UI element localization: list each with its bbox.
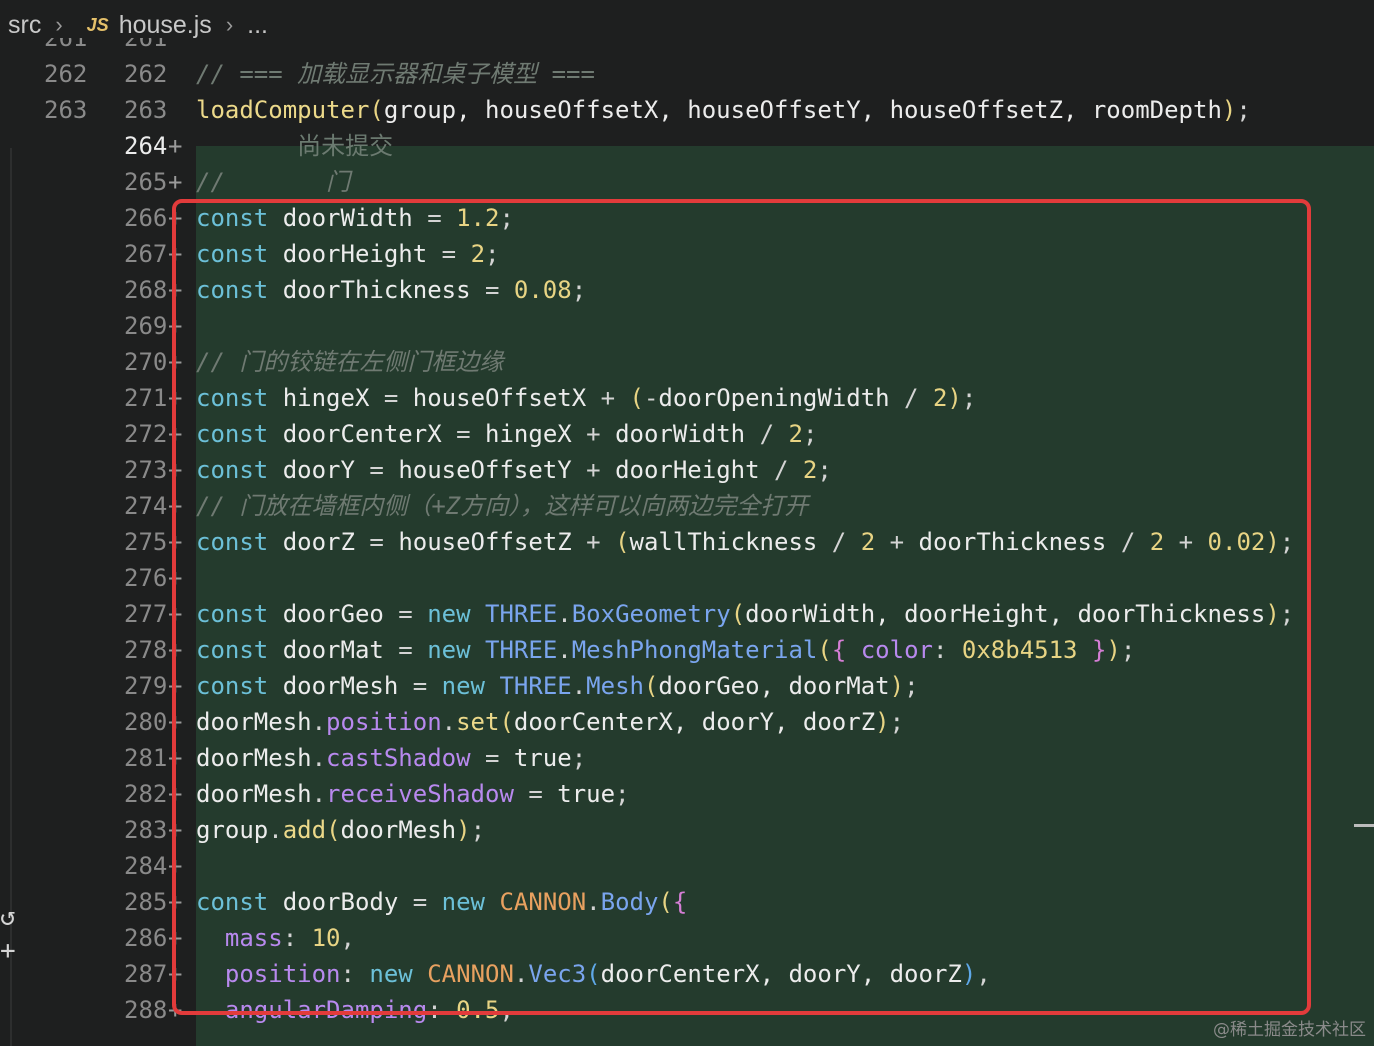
line-number: 267 (124, 240, 168, 268)
line-number-original: 261 (44, 38, 88, 52)
line-number: 266 (124, 204, 168, 232)
line-number-original: 262 (44, 60, 88, 88)
breadcrumb-folder[interactable]: src (8, 11, 41, 40)
activity-icons: ↺ + (0, 900, 16, 968)
line-number: 275 (124, 528, 168, 556)
line-number-original: 263 (44, 96, 88, 124)
code-text[interactable]: 尚未提交 (196, 128, 393, 165)
undo-icon[interactable]: ↺ (0, 900, 16, 934)
breadcrumb-file[interactable]: house.js (119, 11, 212, 40)
scrollbar-marker[interactable] (1354, 824, 1374, 827)
line-number: 263 (124, 96, 168, 124)
line-number: 287 (124, 960, 168, 988)
chevron-right-icon: › (55, 12, 63, 37)
line-number: 269 (124, 312, 168, 340)
line-number: 271 (124, 384, 168, 412)
line-number: 262 (124, 60, 168, 88)
line-number: 280 (124, 708, 168, 736)
line-number: 264 (124, 132, 168, 160)
line-number: 288 (124, 996, 168, 1024)
line-number: 273 (124, 456, 168, 484)
line-number: 283 (124, 816, 168, 844)
chevron-right-icon: › (225, 12, 234, 37)
code-line-263[interactable]: 263 263 loadComputer(group, houseOffsetX, … (0, 92, 1374, 128)
code-text[interactable]: // === 加载显示器和桌子模型 === (196, 56, 595, 92)
line-number: 272 (124, 420, 168, 448)
code-line-265[interactable]: 265 + // 门 (0, 164, 1374, 200)
line-number: 276 (124, 564, 168, 592)
line-number: 265 (124, 168, 168, 196)
line-number: 279 (124, 672, 168, 700)
line-number: 270 (124, 348, 168, 376)
watermark: @稀土掘金技术社区 (1213, 1020, 1366, 1040)
line-number: 282 (124, 780, 168, 808)
line-number: 277 (124, 600, 168, 628)
diff-added-icon: + (168, 132, 183, 160)
line-number: 285 (124, 888, 168, 916)
line-number: 278 (124, 636, 168, 664)
line-number: 274 (124, 492, 168, 520)
code-line-264[interactable]: 264 + 尚未提交 (0, 128, 1374, 164)
line-number: 286 (124, 924, 168, 952)
code-text[interactable]: // 门 (196, 164, 350, 200)
plus-icon[interactable]: + (0, 934, 16, 968)
annotation-box (172, 199, 1311, 1015)
line-number: 261 (124, 38, 168, 52)
code-editor[interactable]: 261 261 262 262 // === 加载显示器和桌子模型 === 263 263 l… (0, 38, 1374, 1046)
js-file-icon: JS (86, 14, 109, 35)
line-number: 284 (124, 852, 168, 880)
code-text[interactable]: loadComputer(group, houseOffsetX, houseO… (196, 92, 1251, 128)
breadcrumb-more[interactable]: ... (247, 11, 268, 40)
diff-added-icon: + (168, 168, 183, 196)
line-number: 281 (124, 744, 168, 772)
code-line-262[interactable]: 262 262 // === 加载显示器和桌子模型 === (0, 56, 1374, 92)
code-line-261[interactable]: 261 261 (0, 38, 1374, 56)
line-number: 268 (124, 276, 168, 304)
